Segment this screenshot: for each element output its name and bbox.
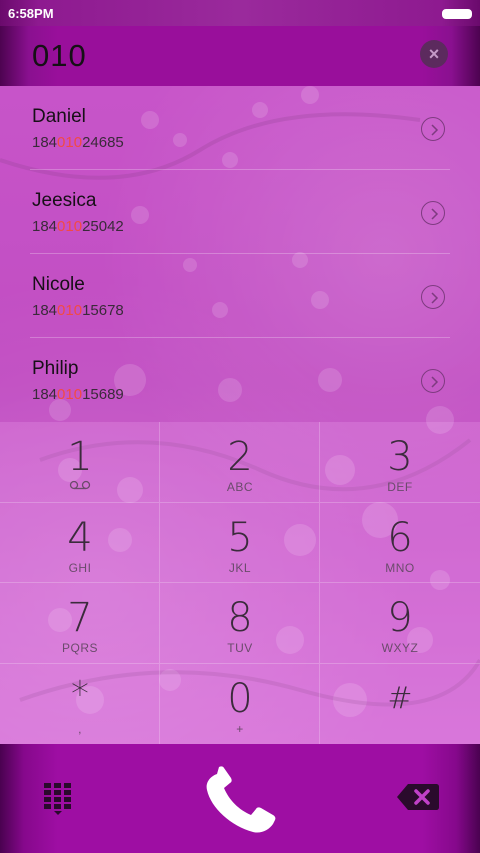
key-letters: , [78,721,82,736]
key-digit: 3 [387,434,413,480]
battery-icon [442,9,472,19]
key-6[interactable]: 6 MNO [320,503,480,583]
match-highlight: 010 [57,218,83,235]
key-letters: JKL [228,560,252,575]
chevron-right-icon[interactable] [421,201,445,225]
chevron-right-icon[interactable] [421,117,445,141]
dialer-header: 010 × [0,26,480,86]
key-digit: # [387,680,413,716]
key-digit: * [71,673,89,715]
contact-name: Philip [32,358,79,379]
contact-number: 18401024685 [32,134,124,151]
contact-item[interactable]: Daniel 18401024685 [0,86,480,170]
key-letters: PQRS [61,641,98,655]
status-time: 6:58PM [8,6,54,21]
key-3[interactable]: 3 DEF [320,422,480,503]
phone-icon[interactable] [197,764,283,834]
key-letters: ABC [226,480,254,494]
key-2[interactable]: 2 ABC [160,422,320,503]
key-digit: 9 [387,595,413,641]
contact-number: 18401015678 [32,302,124,319]
key-digit: 7 [67,595,93,641]
key-digit: 4 [67,514,93,561]
key-digit: 8 [227,595,253,641]
key-1[interactable]: 1 [0,422,160,503]
contact-item[interactable]: Jeesica 18401025042 [0,170,480,254]
contact-suggestions-list: Daniel 18401024685 Jeesica 18401025042 N… [0,86,480,422]
key-star[interactable]: * , [0,663,160,744]
key-5[interactable]: 5 JKL [160,502,320,583]
key-8[interactable]: 8 TUV [160,583,320,664]
contact-number: 18401025042 [32,218,124,235]
key-digit: 5 [227,514,253,561]
match-highlight: 010 [57,134,83,151]
dialed-number[interactable]: 010 [32,38,87,74]
key-digit: 2 [227,434,253,480]
key-digit: 0 [227,675,253,722]
contact-name: Jeesica [32,190,97,211]
match-highlight: 010 [57,302,83,319]
key-hash[interactable]: # [320,664,480,745]
key-letters: TUV [227,641,253,655]
key-7[interactable]: 7 PQRS [0,583,160,664]
contact-name: Nicole [32,274,85,295]
key-letters: MNO [385,560,415,575]
voicemail-icon [69,480,91,490]
chevron-right-icon[interactable] [421,369,445,393]
contact-item[interactable]: Nicole 18401015678 [0,254,480,338]
match-highlight: 010 [57,386,83,403]
key-4[interactable]: 4 GHI [0,502,160,583]
key-digit: 1 [67,434,93,480]
status-bar: 6:58PM [0,0,480,26]
contact-number: 18401015689 [32,386,124,403]
key-9[interactable]: 9 WXYZ [320,583,480,664]
key-letters: + [236,721,244,736]
dialpad: 1 2 ABC 3 DEF 4 GHI 5 JKL 6 MNO 7 PQRS 8… [0,422,480,744]
backspace-icon[interactable] [396,782,440,812]
clear-icon[interactable]: × [420,40,448,68]
dialpad-icon[interactable] [42,781,74,815]
chevron-right-icon[interactable] [421,285,445,309]
contact-item[interactable]: Philip 18401015689 [0,338,480,422]
contact-name: Daniel [32,106,86,127]
key-digit: 6 [387,514,413,561]
bottom-action-bar [0,744,480,853]
key-letters: WXYZ [381,641,419,655]
key-0[interactable]: 0 + [160,663,320,744]
key-letters: GHI [68,560,92,575]
key-letters: DEF [387,480,413,494]
